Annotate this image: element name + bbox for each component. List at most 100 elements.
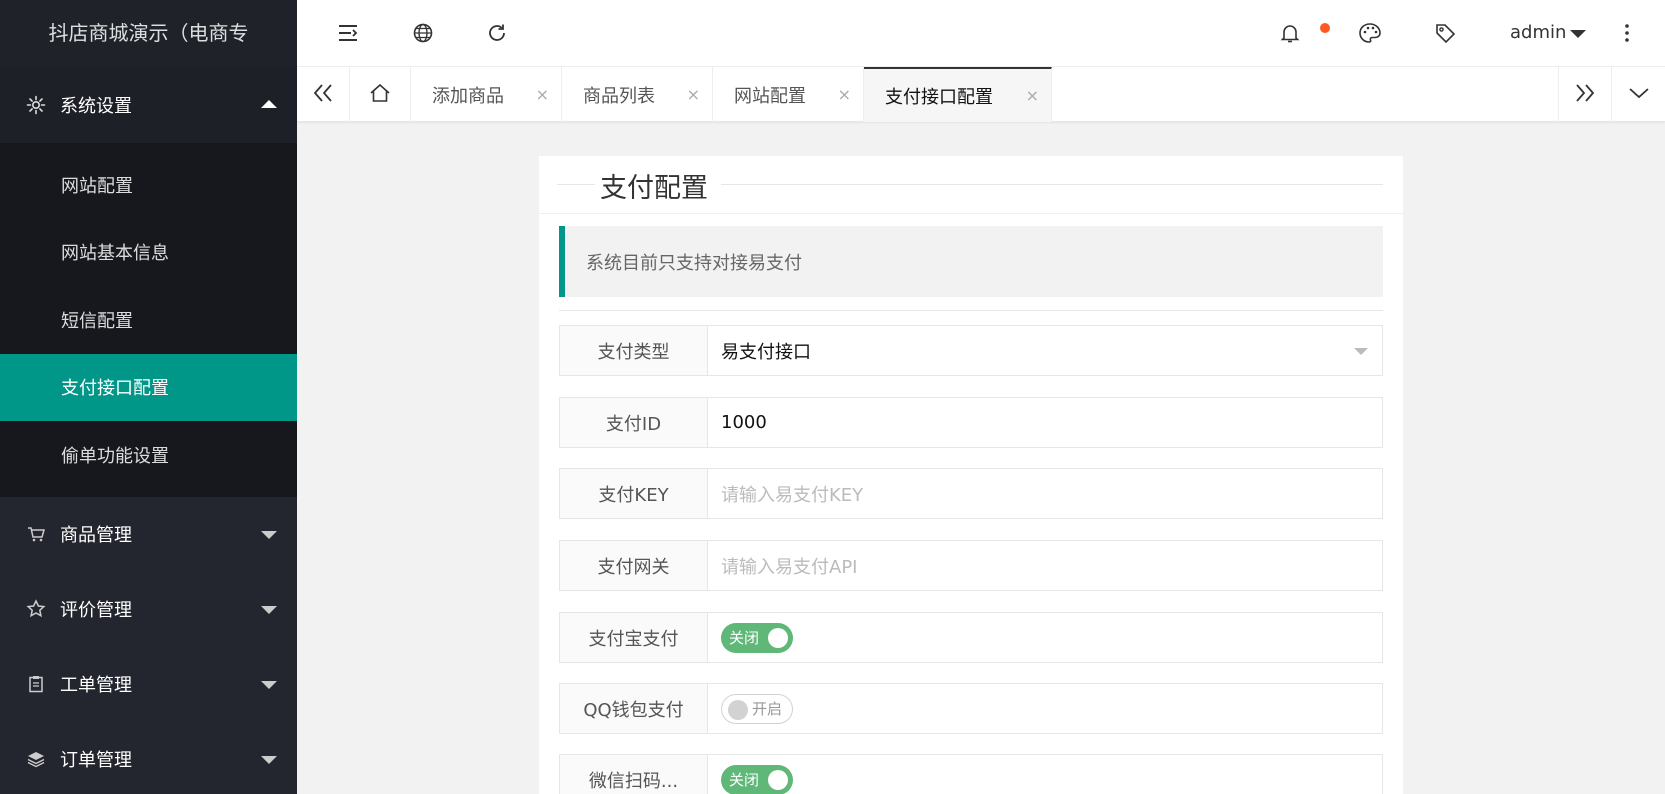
field-label: 支付宝支付: [560, 613, 708, 662]
tab-label: 网站配置: [734, 85, 806, 107]
tab-close-icon[interactable]: ×: [687, 85, 700, 104]
tab-add-product[interactable]: 添加商品 ×: [411, 67, 562, 122]
tab-payment-config[interactable]: 支付接口配置 ×: [864, 67, 1052, 122]
sidebar-item-site-info[interactable]: 网站基本信息: [0, 219, 297, 287]
wxpay-switch[interactable]: 关闭: [721, 764, 793, 794]
cart-icon: [26, 524, 46, 544]
tab-scroll-right-button[interactable]: [1558, 67, 1612, 122]
nav-label: 系统设置: [60, 96, 132, 117]
menu-toggle-icon[interactable]: [335, 20, 361, 46]
switch-cell: 开启: [708, 684, 1382, 733]
gear-icon: [26, 95, 46, 115]
chevron-down-icon: [261, 606, 277, 614]
tag-icon[interactable]: [1432, 20, 1458, 46]
pay-type-select[interactable]: 易支付接口: [708, 326, 1382, 375]
nav-label: 评价管理: [60, 600, 132, 621]
tab-close-icon[interactable]: ×: [1026, 86, 1039, 105]
form-row-wxpay: 微信扫码... 关闭: [559, 754, 1383, 794]
switch-cell: 关闭: [708, 755, 1382, 794]
nav-group-system-settings: 系统设置 网站配置 网站基本信息 短信配置 支付接口配置 偷单功能设置: [0, 67, 297, 497]
field-label: 支付KEY: [560, 469, 708, 518]
chevron-down-icon: [1628, 85, 1650, 104]
switch-knob: [768, 769, 788, 790]
field-label: 支付网关: [560, 541, 708, 590]
section-title: 支付配置: [600, 173, 708, 204]
form-row-qqpay: QQ钱包支付 开启: [559, 683, 1383, 734]
qqpay-switch[interactable]: 开启: [721, 693, 793, 724]
nav-label: 订单管理: [60, 750, 132, 771]
bell-icon[interactable]: [1277, 20, 1303, 46]
fieldset-legend: 支付配置: [539, 156, 1403, 214]
field-label: 微信扫码...: [560, 755, 708, 794]
switch-knob: [728, 699, 748, 720]
form-row-pay-id: 支付ID 1000: [559, 397, 1383, 448]
switch-text: 开启: [752, 700, 783, 718]
alipay-switch[interactable]: 关闭: [721, 622, 793, 653]
tab-product-list[interactable]: 商品列表 ×: [562, 67, 713, 122]
tab-site-config[interactable]: 网站配置 ×: [713, 67, 864, 122]
tab-close-icon[interactable]: ×: [536, 85, 549, 104]
tab-bar: 添加商品 × 商品列表 × 网站配置 × 支付接口配置 ×: [297, 67, 1665, 122]
notification-badge: [1320, 23, 1330, 33]
caret-down-icon: [1354, 348, 1368, 355]
nav-title-product-management[interactable]: 商品管理: [0, 497, 297, 572]
nav-title-ticket-management[interactable]: 工单管理: [0, 647, 297, 722]
tab-menu-button[interactable]: [1612, 67, 1665, 122]
user-menu[interactable]: admin: [1510, 20, 1566, 46]
payment-config-card: 支付配置 系统目前只支持对接易支付 支付类型 易支付接口 支付ID 1000 支…: [539, 156, 1403, 794]
chevron-down-icon: [261, 531, 277, 539]
tab-label: 支付接口配置: [885, 86, 993, 108]
form-row-pay-type: 支付类型 易支付接口: [559, 325, 1383, 376]
globe-icon[interactable]: [410, 20, 436, 46]
field-label: 支付ID: [560, 398, 708, 447]
chevron-down-icon: [261, 681, 277, 689]
sidebar-item-sms-config[interactable]: 短信配置: [0, 286, 297, 354]
switch-text: 关闭: [729, 771, 760, 789]
tab-scroll-left-button[interactable]: [297, 67, 350, 122]
legend-line: [721, 184, 1383, 185]
tab-label: 商品列表: [583, 85, 655, 107]
chevron-down-icon: [261, 756, 277, 764]
sidebar-item-payment-config[interactable]: 支付接口配置: [0, 353, 297, 421]
nav-title-system-settings[interactable]: 系统设置: [0, 67, 297, 143]
form-row-alipay: 支付宝支付 关闭: [559, 612, 1383, 663]
switch-cell: 关闭: [708, 613, 1382, 662]
nav-title-order-management[interactable]: 订单管理: [0, 722, 297, 794]
pay-key-input[interactable]: 请输入易支付KEY: [708, 469, 1382, 518]
refresh-icon[interactable]: [484, 20, 510, 46]
pay-id-input[interactable]: 1000: [708, 398, 1382, 447]
palette-icon[interactable]: [1357, 20, 1383, 46]
double-chevron-left-icon: [312, 83, 334, 107]
nav-label: 工单管理: [60, 675, 132, 696]
legend-line: [557, 184, 595, 185]
select-value: 易支付接口: [721, 341, 811, 363]
double-chevron-right-icon: [1574, 83, 1596, 107]
clipboard-icon: [26, 674, 46, 694]
tab-close-icon[interactable]: ×: [838, 85, 851, 104]
layers-icon: [26, 749, 46, 769]
home-icon: [369, 83, 391, 107]
top-header: admin: [297, 0, 1665, 67]
form-row-pay-key: 支付KEY 请输入易支付KEY: [559, 468, 1383, 519]
nav-label: 商品管理: [60, 525, 132, 546]
switch-knob: [768, 627, 788, 648]
caret-down-icon[interactable]: [1570, 30, 1586, 38]
tab-label: 添加商品: [432, 85, 504, 107]
nav-title-review-management[interactable]: 评价管理: [0, 572, 297, 647]
form-row-pay-gateway: 支付网关 请输入易支付API: [559, 540, 1383, 591]
sidebar: 抖店商城演示（电商专 系统设置 网站配置 网站基本信息 短信配置 支付接口配置 …: [0, 0, 297, 794]
switch-text: 关闭: [729, 629, 760, 647]
divider: [559, 310, 1383, 311]
sidebar-item-site-config[interactable]: 网站配置: [0, 151, 297, 219]
chevron-up-icon: [261, 100, 277, 108]
more-vertical-icon[interactable]: [1614, 20, 1640, 46]
pay-gateway-input[interactable]: 请输入易支付API: [708, 541, 1382, 590]
sub-menu-system-settings: 网站配置 网站基本信息 短信配置 支付接口配置 偷单功能设置: [0, 143, 297, 497]
app-logo-title: 抖店商城演示（电商专: [0, 0, 297, 67]
star-icon: [26, 599, 46, 619]
info-notice: 系统目前只支持对接易支付: [559, 226, 1383, 297]
field-label: 支付类型: [560, 326, 708, 375]
sidebar-item-order-steal-settings[interactable]: 偷单功能设置: [0, 421, 297, 489]
tab-home[interactable]: [350, 67, 411, 122]
field-label: QQ钱包支付: [560, 684, 708, 733]
